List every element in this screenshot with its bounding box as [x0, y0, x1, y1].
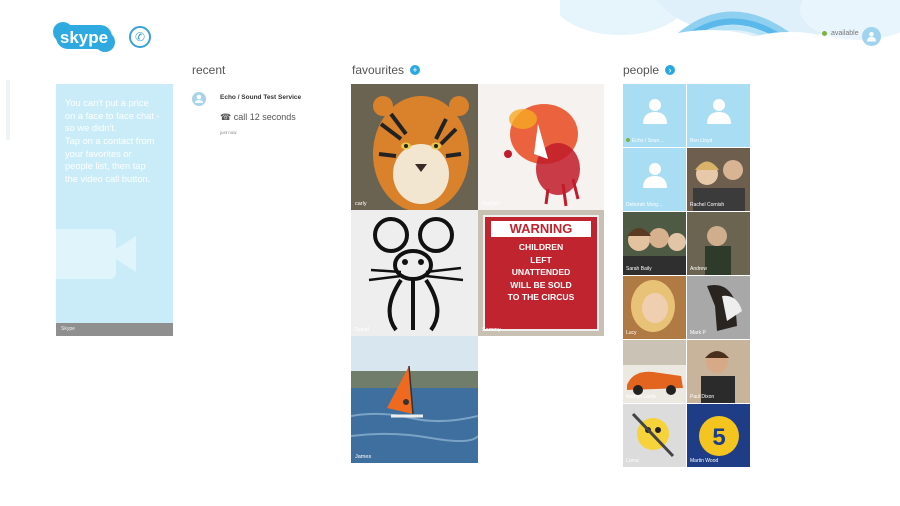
windsurfer-photo — [351, 336, 478, 463]
tiger-photo — [351, 84, 478, 210]
people-tile[interactable]: 5 Martin Wood — [687, 404, 750, 467]
tip-line: people list, then tap — [65, 161, 146, 172]
tile-name: James — [355, 454, 372, 460]
tip-text: You can't put a price on a face to face … — [65, 97, 169, 185]
person-icon — [643, 163, 667, 188]
favourite-tile-carly[interactable]: carly — [351, 84, 478, 210]
ink-art-photo — [478, 84, 604, 210]
people-heading-label: people — [623, 63, 660, 77]
warning-title: WARNING — [491, 221, 591, 237]
recent-contact-name: Echo / Sound Test Service — [220, 94, 302, 101]
status-label: available — [831, 30, 859, 37]
people-tile-name: Nathan Lamb — [626, 394, 657, 400]
people-tile-name: Ben Lloyd — [690, 138, 713, 144]
person-icon — [867, 32, 876, 42]
people-tile-name: Paul Dixon — [690, 394, 715, 400]
video-call-tip-tile[interactable]: You can't put a price on a face to face … — [56, 84, 173, 336]
people-tile-name: Andrew — [690, 266, 707, 272]
recent-item[interactable]: Echo / Sound Test Service ☎ call 12 seco… — [192, 92, 332, 138]
person-icon — [643, 99, 667, 124]
people-expand-icon[interactable]: › — [665, 65, 676, 75]
people-tile-name: Martin Wood — [690, 458, 719, 464]
people-tile[interactable]: Nathan Lamb — [623, 340, 686, 403]
people-tile-name: Lorna — [626, 458, 639, 464]
people-tile[interactable]: Sarah Baily — [623, 212, 686, 275]
status-dot — [822, 31, 827, 36]
sign-line: LEFT — [530, 254, 552, 265]
tip-line: your favorites or — [65, 148, 132, 159]
people-tile-name: Echo / Soun... — [626, 138, 663, 144]
sign-line: UNATTENDED — [511, 267, 571, 277]
people-tile[interactable]: Paul Dixon — [687, 340, 750, 403]
tile-name: Sammy — [482, 327, 501, 333]
warning-sign: WARNING CHILDREN LEFT UNATTENDED WILL BE… — [483, 215, 599, 331]
tip-line: so we didn't. — [65, 123, 117, 134]
favourite-tile-james[interactable]: James — [351, 336, 478, 463]
recent-time: just now — [220, 130, 237, 135]
people-grid: Echo / Soun... Ben Lloyd Deborah Morg...… — [623, 84, 750, 467]
sign-line: TO THE CIRCUS — [507, 292, 575, 302]
mouse-drawing-photo — [351, 210, 478, 336]
svg-text:5: 5 — [712, 424, 725, 451]
favourite-tile-sammy[interactable]: WARNING CHILDREN LEFT UNATTENDED WILL BE… — [478, 210, 604, 336]
people-tile[interactable]: Ben Lloyd — [687, 84, 750, 147]
sign-line: WILL BE SOLD — [510, 279, 572, 290]
favourites-heading-label: favourites — [352, 63, 405, 77]
favourites-heading[interactable]: favourites + — [352, 63, 421, 77]
tile-name: David — [355, 327, 370, 333]
people-tile[interactable]: Deborah Morg... — [623, 148, 686, 211]
people-tile[interactable]: Echo / Soun... — [623, 84, 686, 147]
contact-icon — [192, 92, 206, 106]
tile-name: carly — [355, 201, 367, 207]
hangup-icon: ☎ — [220, 112, 232, 122]
people-tile[interactable]: Lucy — [623, 276, 686, 339]
video-camera-icon — [56, 229, 136, 279]
tip-line: You can't put a price — [65, 98, 149, 108]
people-tile-name: Lucy — [626, 330, 637, 336]
call-phone-icon[interactable]: ✆ — [129, 26, 151, 48]
tile-name: Rachel — [482, 201, 500, 207]
add-favourite-icon[interactable]: + — [410, 65, 421, 75]
people-tile[interactable]: Andrew — [687, 212, 750, 275]
person-icon — [707, 99, 731, 124]
favourite-tile-rachel[interactable]: Rachel — [478, 84, 604, 210]
people-tile-name: Sarah Baily — [626, 266, 652, 272]
people-tile[interactable]: Lorna — [623, 404, 686, 467]
tip-footer: Skype — [56, 323, 173, 336]
call-duration: call 12 seconds — [233, 112, 296, 122]
tip-line: on a face to face chat - — [65, 110, 160, 121]
people-tile-name: Rachel Cornish — [690, 202, 725, 208]
scroll-edge-hint — [6, 80, 10, 140]
logo-text: skype — [60, 28, 108, 47]
skype-logo: skype — [50, 20, 118, 54]
profile-avatar[interactable] — [862, 27, 881, 46]
people-tile-name: Deborah Morg... — [626, 202, 663, 208]
people-tile-name: Mark P — [690, 330, 706, 336]
recent-heading-label: recent — [192, 63, 226, 77]
people-tile[interactable]: Mark P — [687, 276, 750, 339]
people-tile[interactable]: Rachel Cornish — [687, 148, 750, 211]
recent-call-detail: ☎ call 12 seconds — [220, 112, 296, 123]
status-indicator[interactable]: available — [822, 30, 859, 37]
people-heading[interactable]: people › — [623, 63, 676, 77]
tip-line: Tap on a contact from — [65, 135, 155, 146]
tip-line: the video call button. — [65, 173, 151, 184]
recent-heading[interactable]: recent — [192, 63, 225, 77]
favourite-tile-david[interactable]: David — [351, 210, 478, 336]
sign-line: CHILDREN — [518, 242, 564, 252]
